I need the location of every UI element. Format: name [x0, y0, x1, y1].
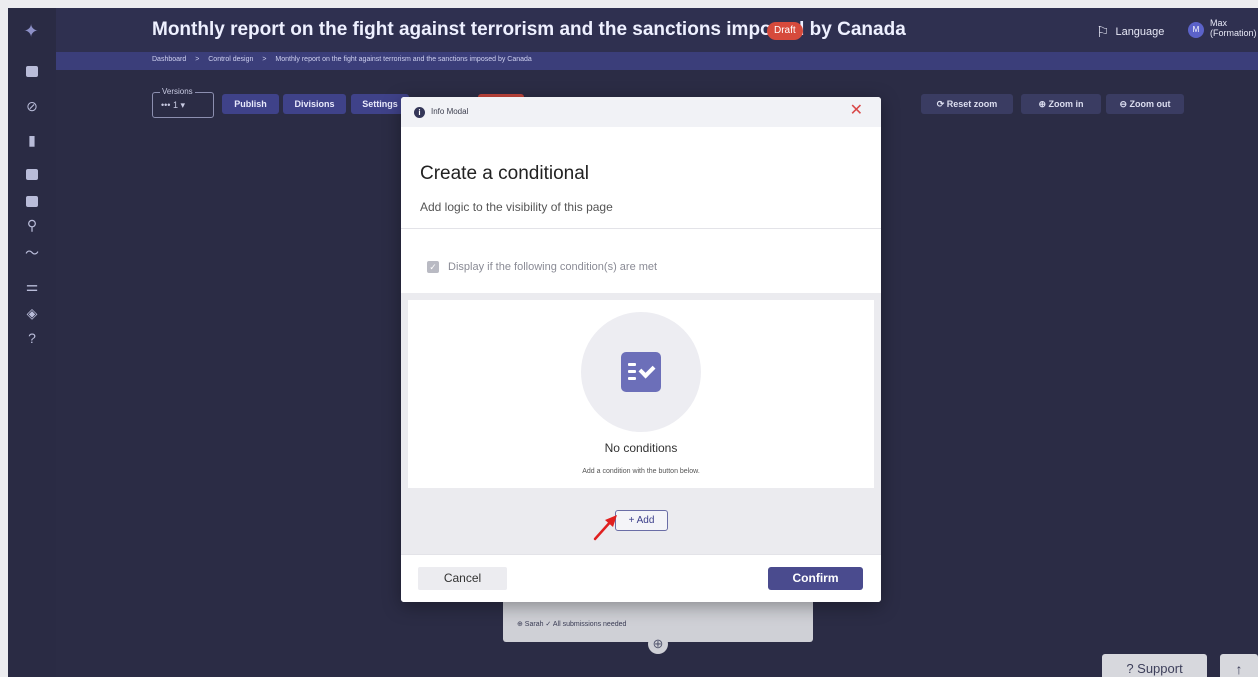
- empty-state-illustration: [581, 312, 701, 432]
- avatar[interactable]: M: [1188, 22, 1204, 38]
- confirm-button[interactable]: Confirm: [768, 567, 863, 590]
- zoom-in-icon: ⊕: [1038, 99, 1047, 109]
- help-icon[interactable]: ?: [22, 328, 42, 348]
- breadcrumb-control-design[interactable]: Control design: [208, 56, 253, 63]
- breadcrumb-current: Monthly report on the fight against terr…: [275, 56, 532, 63]
- modal-footer: Cancel Confirm: [401, 554, 881, 602]
- zoom-out-button[interactable]: ⊖ Zoom out: [1106, 94, 1184, 114]
- empty-state-hint: Add a condition with the button below.: [582, 468, 700, 475]
- language-selector[interactable]: ⚐ Language: [1096, 23, 1164, 41]
- empty-state-title: No conditions: [604, 441, 678, 455]
- condition-checkbox-label: Display if the following condition(s) ar…: [448, 261, 658, 273]
- zoom-out-icon: ⊖: [1119, 99, 1128, 109]
- report-icon[interactable]: [22, 62, 42, 82]
- reset-zoom-button[interactable]: ⟳ Reset zoom: [921, 94, 1013, 114]
- search-icon[interactable]: ⚲: [22, 215, 42, 235]
- modal-header: i Info Modal ✕: [401, 97, 881, 127]
- sidebar: ✦ ⊘ ▮ ⚲ 〜 ⚌ ◈ ?: [8, 8, 56, 677]
- status-badge: Draft: [767, 22, 803, 40]
- add-condition-button[interactable]: + Add: [615, 510, 668, 531]
- zoom-in-label: Zoom in: [1048, 99, 1084, 109]
- breadcrumb-bar: Dashboard > Control design > Monthly rep…: [56, 52, 1258, 70]
- zoom-in-button[interactable]: ⊕ Zoom in: [1021, 94, 1101, 114]
- checklist-icon: [621, 352, 661, 392]
- language-label: Language: [1115, 26, 1165, 38]
- sliders-icon[interactable]: ⚌: [22, 276, 42, 296]
- user-menu[interactable]: Max (Formation): [1210, 18, 1257, 38]
- versions-label: Versions: [160, 87, 195, 96]
- breadcrumb-separator: >: [262, 56, 267, 63]
- modal-title: Create a conditional: [420, 163, 589, 184]
- trend-icon[interactable]: 〜: [22, 243, 42, 263]
- zoom-out-label: Zoom out: [1129, 99, 1171, 109]
- support-button[interactable]: ? Support: [1102, 654, 1207, 677]
- modal-header-title: Info Modal: [431, 107, 469, 116]
- scroll-top-button[interactable]: ↑: [1220, 654, 1258, 677]
- user-name: Max: [1210, 18, 1228, 28]
- versions-select[interactable]: Versions ••• 1 ▾: [152, 87, 214, 118]
- empty-state-panel: No conditions Add a condition with the b…: [408, 300, 874, 488]
- workflow-node-text: ⊕ Sarah ✓ All submissions needed: [517, 621, 627, 628]
- info-icon: i: [414, 107, 425, 118]
- chart-icon[interactable]: [22, 165, 42, 185]
- reset-zoom-label: Reset zoom: [946, 99, 998, 109]
- create-conditional-modal: i Info Modal ✕ Create a conditional Add …: [401, 97, 881, 602]
- modal-subtitle: Add logic to the visibility of this page: [420, 200, 613, 214]
- cancel-button[interactable]: Cancel: [418, 567, 507, 590]
- check-circle-icon[interactable]: ⊘: [22, 96, 42, 116]
- shield-icon[interactable]: ◈: [22, 303, 42, 323]
- gallery-icon[interactable]: [22, 192, 42, 212]
- top-header: Monthly report on the fight against terr…: [56, 8, 1258, 52]
- condition-checkbox[interactable]: ✓: [427, 261, 439, 273]
- breadcrumb-dashboard[interactable]: Dashboard: [152, 56, 186, 63]
- divisions-button[interactable]: Divisions: [283, 94, 346, 114]
- publish-button[interactable]: Publish: [222, 94, 279, 114]
- add-node-button[interactable]: ⊕: [648, 634, 668, 654]
- divider: [401, 228, 881, 229]
- user-role: (Formation): [1210, 28, 1257, 38]
- chat-icon[interactable]: ▮: [22, 130, 42, 150]
- annotation-arrow-icon: [593, 515, 617, 541]
- reset-zoom-icon: ⟳: [936, 99, 945, 109]
- logo-icon[interactable]: ✦: [20, 20, 42, 42]
- breadcrumb-separator: >: [195, 56, 200, 63]
- versions-value: ••• 1 ▾: [161, 100, 185, 110]
- breadcrumb: Dashboard > Control design > Monthly rep…: [152, 56, 532, 63]
- flag-icon: ⚐: [1096, 24, 1110, 41]
- close-icon[interactable]: ✕: [850, 102, 863, 120]
